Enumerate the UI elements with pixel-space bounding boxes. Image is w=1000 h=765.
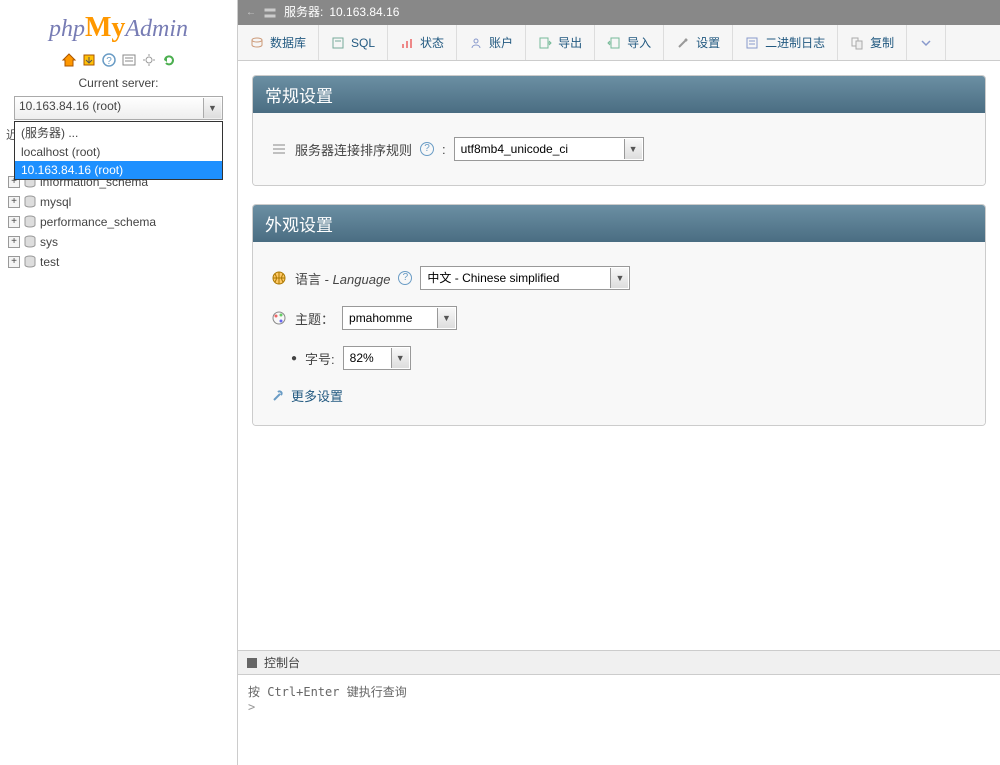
- bullet-icon: ●: [291, 353, 297, 364]
- tab-import[interactable]: 导入: [595, 25, 664, 60]
- tab-users[interactable]: 账户: [457, 25, 526, 60]
- tab-sql[interactable]: SQL: [319, 25, 388, 60]
- tab-settings[interactable]: 设置: [664, 25, 733, 60]
- language-label: 语言 - Language: [295, 269, 390, 288]
- console-title: 控制台: [264, 654, 300, 671]
- database-icon: [22, 254, 38, 270]
- logo-admin: Admin: [125, 16, 188, 42]
- collation-label: 服务器连接排序规则: [295, 140, 412, 159]
- expand-icon[interactable]: +: [8, 236, 20, 248]
- breadcrumb: ← 服务器: 10.163.84.16: [238, 0, 1000, 25]
- panel-appearance-header: 外观设置: [253, 205, 985, 242]
- more-settings-link[interactable]: 更多设置: [271, 378, 967, 409]
- panel-appearance: 外观设置 语言 - Language ? 中文 - Chinese simpli…: [252, 204, 986, 426]
- db-tree-item[interactable]: +mysql: [8, 192, 237, 212]
- fontsize-select[interactable]: 82%: [343, 346, 411, 370]
- language-icon: [271, 270, 287, 286]
- collapse-nav-icon[interactable]: ←: [246, 0, 256, 25]
- server-option[interactable]: (服务器) ...: [15, 122, 222, 143]
- collation-row: 服务器连接排序规则 ? : utf8mb4_unicode_ci ▼: [271, 129, 967, 169]
- docs-icon[interactable]: ?: [101, 52, 117, 68]
- panel-general-header: 常规设置: [253, 76, 985, 113]
- panel-general: 常规设置 服务器连接排序规则 ? : utf8mb4_unicode_ci ▼: [252, 75, 986, 186]
- tab-binlog[interactable]: 二进制日志: [733, 25, 838, 60]
- console-prompt: >: [248, 700, 990, 714]
- wrench-icon: [271, 389, 285, 403]
- server-select[interactable]: 10.163.84.16 (root): [14, 96, 223, 120]
- console-body[interactable]: 按 Ctrl+Enter 键执行查询 >: [238, 675, 1000, 765]
- gear-icon[interactable]: [141, 52, 157, 68]
- main: ← 服务器: 10.163.84.16 数据库 SQL 状态 账户 导出 导入 …: [238, 0, 1000, 765]
- theme-select[interactable]: pmahomme: [342, 306, 457, 330]
- breadcrumb-server-value[interactable]: 10.163.84.16: [329, 0, 399, 25]
- fontsize-row: ● 字号: 82% ▼: [271, 338, 967, 378]
- console-toggle-icon[interactable]: [246, 657, 258, 669]
- sidebar: phpMyAdmin ? Current server: 10.163.84.1…: [0, 0, 238, 765]
- logo-php: php: [49, 16, 85, 42]
- server-option-selected[interactable]: 10.163.84.16 (root): [15, 161, 222, 179]
- logout-icon[interactable]: [81, 52, 97, 68]
- current-server-label: Current server:: [0, 72, 237, 96]
- logo-my: My: [85, 12, 125, 43]
- db-tree-item[interactable]: +performance_schema: [8, 212, 237, 232]
- tab-status[interactable]: 状态: [388, 25, 457, 60]
- console-header[interactable]: 控制台: [238, 651, 1000, 675]
- content: 常规设置 服务器连接排序规则 ? : utf8mb4_unicode_ci ▼ …: [238, 61, 1000, 426]
- breadcrumb-server-label: 服务器:: [284, 0, 323, 25]
- expand-icon[interactable]: +: [8, 256, 20, 268]
- database-icon: [22, 214, 38, 230]
- chevron-down-icon[interactable]: ▼: [203, 98, 221, 118]
- database-icon: [22, 194, 38, 210]
- help-icon[interactable]: ?: [420, 142, 434, 156]
- tab-export[interactable]: 导出: [526, 25, 595, 60]
- tab-databases[interactable]: 数据库: [238, 25, 319, 60]
- theme-icon: [271, 310, 287, 326]
- theme-label: 主题：: [295, 309, 334, 328]
- tab-more[interactable]: [907, 25, 946, 60]
- home-icon[interactable]: [61, 52, 77, 68]
- sidebar-iconbar: ?: [0, 48, 237, 72]
- console-hint: 按 Ctrl+Enter 键执行查询: [248, 683, 990, 700]
- db-tree-item[interactable]: +sys: [8, 232, 237, 252]
- server-option[interactable]: localhost (root): [15, 143, 222, 161]
- tabs: 数据库 SQL 状态 账户 导出 导入 设置 二进制日志 复制: [238, 25, 1000, 61]
- language-select[interactable]: 中文 - Chinese simplified: [420, 266, 630, 290]
- server-breadcrumb-icon: [262, 5, 278, 21]
- server-dropdown[interactable]: (服务器) ... localhost (root) 10.163.84.16 …: [14, 121, 223, 180]
- logo[interactable]: phpMyAdmin: [0, 0, 237, 48]
- theme-row: 主题： pmahomme ▼: [271, 298, 967, 338]
- db-tree-item[interactable]: +test: [8, 252, 237, 272]
- reload-icon[interactable]: [161, 52, 177, 68]
- sql-icon[interactable]: [121, 52, 137, 68]
- help-icon[interactable]: ?: [398, 271, 412, 285]
- language-row: 语言 - Language ? 中文 - Chinese simplified …: [271, 258, 967, 298]
- expand-icon[interactable]: +: [8, 216, 20, 228]
- collation-select[interactable]: utf8mb4_unicode_ci: [454, 137, 644, 161]
- database-icon: [22, 234, 38, 250]
- svg-text:?: ?: [106, 56, 112, 67]
- expand-icon[interactable]: +: [8, 196, 20, 208]
- console: 控制台 按 Ctrl+Enter 键执行查询 >: [238, 650, 1000, 765]
- collation-icon: [271, 141, 287, 157]
- fontsize-label: 字号:: [305, 349, 335, 368]
- tab-replication[interactable]: 复制: [838, 25, 907, 60]
